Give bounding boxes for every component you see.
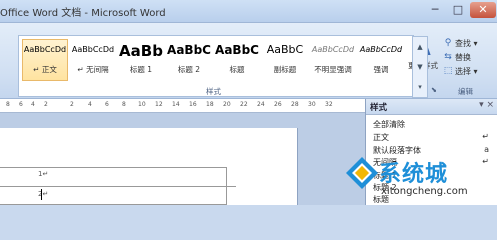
minimize-button[interactable]: ─ [424, 2, 446, 18]
table-border [0, 204, 226, 205]
ruler-tick: 24 [257, 101, 265, 108]
ruler-tick: 20 [223, 101, 231, 108]
style-list-item[interactable]: 全部清除 [373, 119, 491, 131]
style-type-glyph: ↵ [482, 132, 489, 141]
close-button[interactable]: ✕ [470, 2, 496, 18]
watermark-url: xitongcheng.com [381, 186, 468, 197]
ruler-tick: 16 [189, 101, 197, 108]
ruler-tick: 6 [105, 101, 109, 108]
find-icon: ⚲ [444, 38, 452, 48]
select-button[interactable]: ⬚ 选择 ▾ [443, 64, 497, 78]
styles-pane-title: 样式 [370, 103, 388, 113]
editing-group: ⚲ 查找 ▾ ⇆ 替换 ⬚ 选择 ▾ [443, 36, 497, 78]
watermark-logo-icon [346, 157, 378, 189]
style-heading-1[interactable]: AaBb 标题 1 [118, 39, 164, 81]
ruler-tick: 6 [19, 101, 23, 108]
styles-group-label: 样式 [206, 87, 221, 96]
ruler-tick: 26 [274, 101, 282, 108]
find-label: 查找 ▾ [455, 38, 478, 48]
ruler-tick: 8 [122, 101, 126, 108]
style-name: 标题 [229, 65, 245, 74]
horizontal-ruler[interactable]: 8 6 4 2 2 4 6 8 10 12 14 16 18 20 22 24 … [0, 99, 365, 113]
pane-close-icon[interactable]: ▾ × [479, 100, 494, 110]
style-emphasis[interactable]: AaBbCcDd 强调 [358, 39, 404, 81]
ruler-tick: 30 [308, 101, 316, 108]
replace-icon: ⇆ [444, 52, 452, 62]
style-name: 标题 1 [129, 65, 153, 74]
ruler-tick: 32 [325, 101, 333, 108]
ruler-tick: 4 [88, 101, 92, 108]
scroll-down-icon[interactable]: ▼ [413, 57, 427, 77]
style-normal[interactable]: AaBbCcDd ↵ 正文 [22, 39, 68, 81]
maximize-button[interactable]: □ [447, 2, 469, 18]
replace-label: 替换 [455, 52, 471, 62]
find-button[interactable]: ⚲ 查找 ▾ [443, 36, 497, 50]
style-no-spacing[interactable]: AaBbCcDd ↵ 无间隔 [70, 39, 116, 81]
text-cursor [41, 189, 42, 200]
cell-mark: 1↵ [38, 170, 49, 178]
select-icon: ⬚ [443, 66, 453, 76]
style-preview: AaBbCcDd [359, 45, 403, 54]
ruler-tick: 14 [172, 101, 180, 108]
window-title: Office Word 文档 - Microsoft Word [0, 8, 166, 19]
ruler-tick: 8 [6, 101, 10, 108]
style-name: 标题 2 [177, 65, 201, 74]
style-list-label: 全部清除 [373, 120, 405, 129]
style-name: ↵ 正文 [33, 65, 57, 74]
style-name: 强调 [373, 65, 389, 74]
ruler-tick: 22 [240, 101, 248, 108]
gallery-more-icon[interactable]: ▾ [413, 77, 427, 97]
scroll-up-icon[interactable]: ▲ [413, 37, 427, 57]
editing-group-label: 编辑 [458, 87, 473, 96]
style-preview: AaBb [119, 42, 163, 60]
style-preview: AaBbCcDd [23, 45, 67, 54]
style-preview: AaBbC [167, 43, 211, 57]
table-border [0, 167, 226, 168]
style-preview: AaBbC [215, 43, 259, 57]
watermark: 系统城 xitongcheng.com [345, 152, 495, 204]
gallery-scroll: ▲ ▼ ▾ [412, 36, 428, 98]
style-list-item[interactable]: 正文 ↵ [373, 132, 491, 144]
styles-dialog-launcher-icon[interactable]: ⬊ [431, 86, 437, 94]
cell-mark: 2↵ [38, 190, 49, 198]
style-heading-2[interactable]: AaBbC 标题 2 [166, 39, 212, 81]
style-preview: AaBbC [266, 43, 304, 56]
style-preview: AaBbCcDd [71, 45, 115, 54]
style-name: 副标题 [273, 65, 297, 74]
watermark-brand: 系统城 [379, 162, 449, 187]
ruler-tick: 4 [31, 101, 35, 108]
style-preview: AaBbCcDd [311, 45, 355, 54]
ruler-tick: 18 [206, 101, 214, 108]
ruler-tick: 2 [44, 101, 48, 108]
table-border [0, 186, 236, 187]
title-bar: Office Word 文档 - Microsoft Word ─ □ ✕ [0, 0, 497, 23]
ruler-tick: 12 [155, 101, 163, 108]
ruler-tick: 10 [138, 101, 146, 108]
select-label: 选择 ▾ [455, 66, 478, 76]
table-border [226, 167, 227, 205]
style-name: ↵ 无间隔 [77, 65, 109, 74]
style-list-label: 正文 [373, 133, 389, 142]
style-subtitle[interactable]: AaBbC 副标题 [262, 39, 308, 81]
style-name: 不明显强调 [314, 65, 352, 74]
ruler-tick: 28 [291, 101, 299, 108]
replace-button[interactable]: ⇆ 替换 [443, 50, 497, 64]
styles-pane-header: 样式 ▾ × [366, 99, 497, 115]
style-title[interactable]: AaBbC 标题 [214, 39, 260, 81]
style-subtle-emphasis[interactable]: AaBbCcDd 不明显强调 [310, 39, 356, 81]
ruler-tick: 2 [70, 101, 74, 108]
